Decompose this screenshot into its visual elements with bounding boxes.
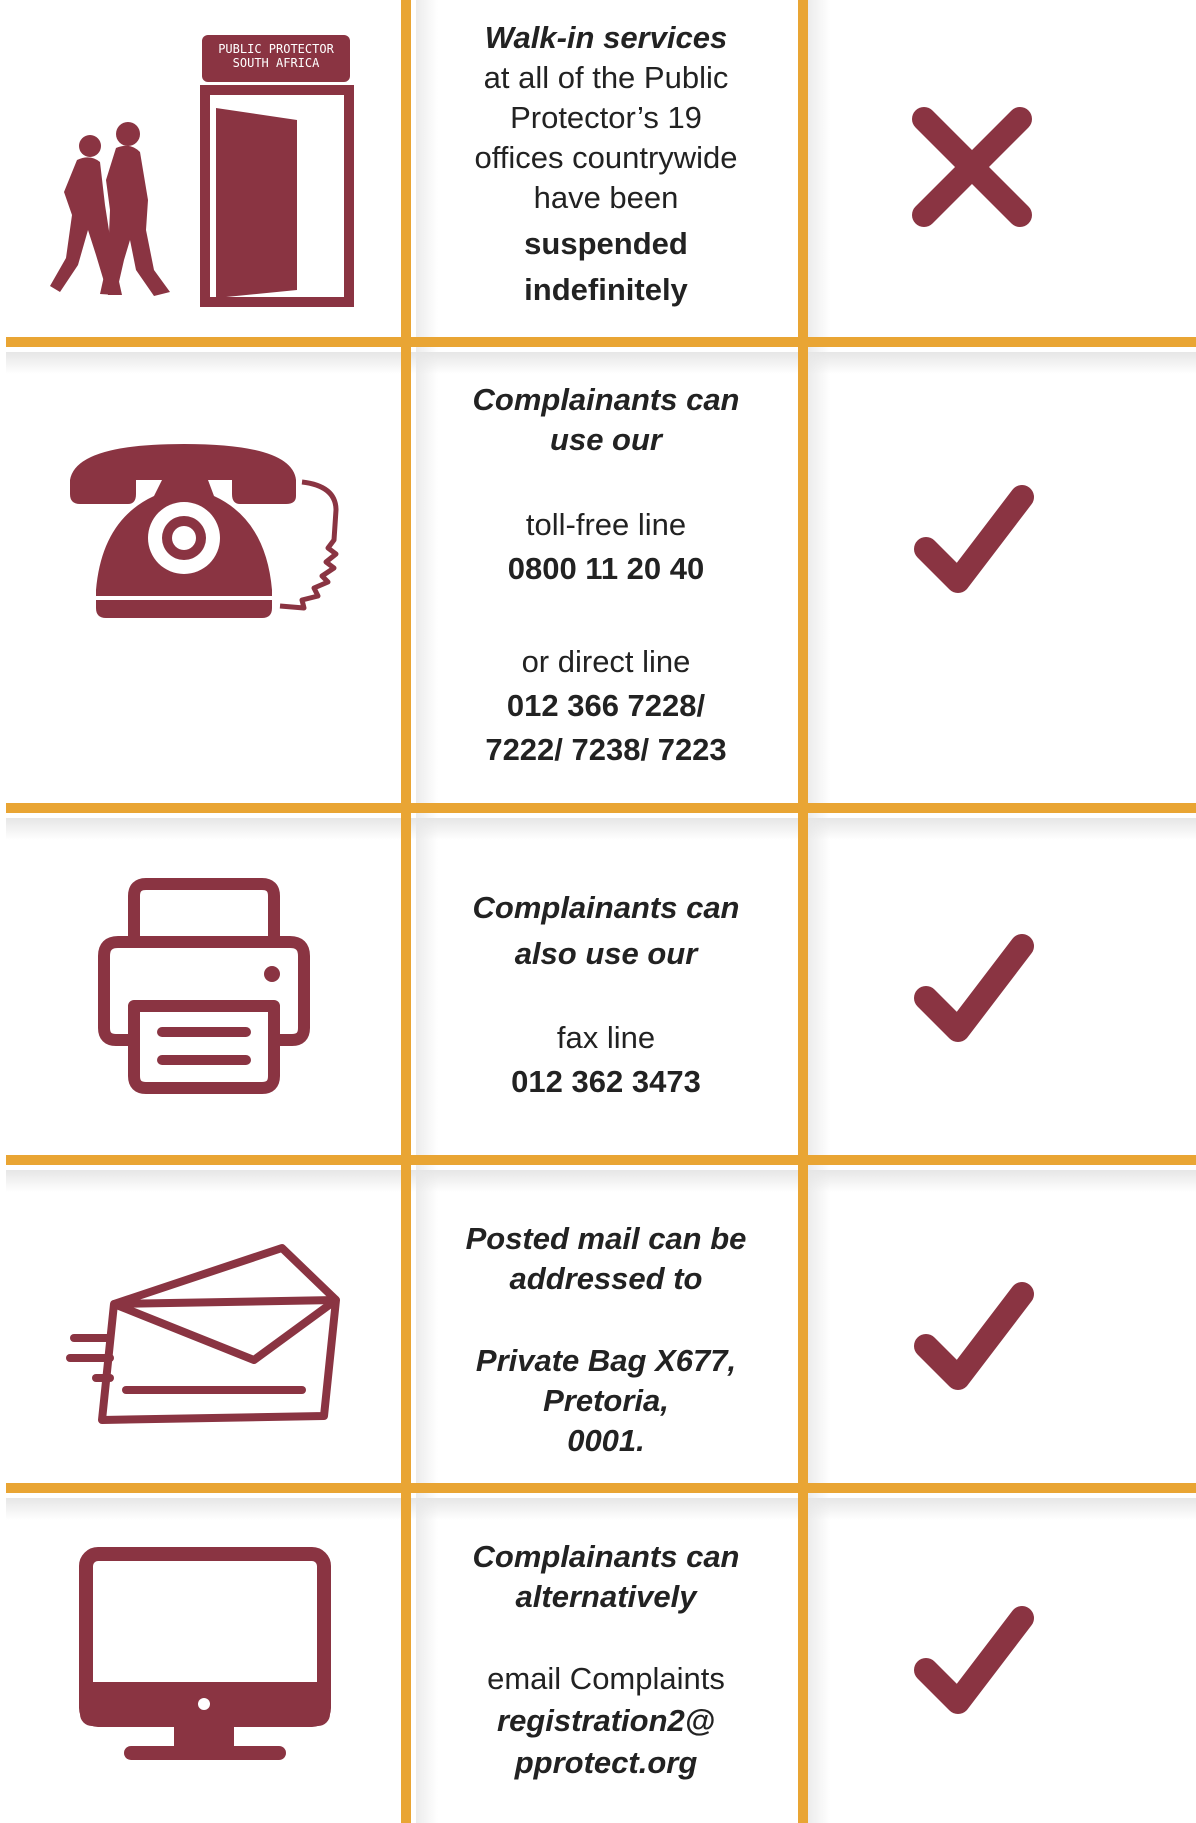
sign-line-2: SOUTH AFRICA (233, 56, 320, 70)
mail-address-line: Private Bag X677, (475, 1343, 737, 1378)
check-icon (912, 1280, 1036, 1392)
row-divider (6, 1483, 1196, 1493)
direct-line-number: 012 366 7228/ (506, 688, 706, 723)
phone-heading: Complainants can (472, 382, 740, 417)
check-icon (912, 1604, 1036, 1716)
walk-in-line: offices countrywide (474, 140, 738, 175)
email-text: Complainants can alternatively email Com… (412, 1535, 800, 1785)
mail-heading: addressed to (509, 1261, 703, 1296)
walk-in-status-text: suspended (524, 226, 688, 261)
walk-in-line: Protector’s 19 (510, 100, 702, 135)
sign-line-1: PUBLIC PROTECTOR (218, 42, 334, 56)
row-divider (6, 337, 1196, 347)
walk-in-status-text: indefinitely (524, 272, 688, 307)
mail-heading: Posted mail can be (465, 1221, 747, 1256)
fax-heading: also use our (514, 936, 698, 971)
walk-in-line: have been (533, 180, 679, 215)
phone-heading: use our (550, 422, 662, 457)
fax-label: fax line (556, 1020, 656, 1055)
mail-text: Posted mail can be addressed to Private … (412, 1210, 800, 1470)
mail-address-line: 0001. (567, 1423, 645, 1458)
row-shadow (6, 818, 1196, 840)
row-shadow (6, 1498, 1196, 1520)
walk-in-door-icon: PUBLIC PROTECTOR SOUTH AFRICA (50, 30, 360, 310)
fax-text: Complainants can also use our fax line 0… (412, 870, 800, 1120)
direct-line-label: or direct line (521, 644, 691, 679)
check-icon (912, 932, 1036, 1044)
column-divider (401, 0, 411, 1823)
row-divider (6, 1155, 1196, 1165)
row-shadow (6, 1170, 1196, 1192)
walk-in-heading: Walk-in services (484, 20, 728, 55)
email-address: registration2@ (497, 1703, 715, 1738)
email-heading: alternatively (515, 1579, 697, 1614)
envelope-mail-icon (66, 1240, 356, 1430)
toll-free-number: 0800 11 20 40 (507, 551, 705, 586)
telephone-icon (66, 440, 356, 620)
toll-free-label: toll-free line (525, 507, 687, 542)
email-label: email Complaints (487, 1661, 725, 1696)
check-icon (912, 483, 1036, 595)
fax-heading: Complainants can (472, 890, 740, 925)
email-address: pprotect.org (514, 1745, 698, 1780)
walk-in-line: at all of the Public (483, 60, 729, 95)
computer-monitor-icon (78, 1546, 334, 1766)
walk-in-text: Walk-in services at all of the Public Pr… (412, 14, 800, 314)
fax-number: 012 362 3473 (511, 1064, 701, 1099)
direct-line-number: 7222/ 7238/ 7223 (485, 732, 727, 767)
cross-icon (910, 105, 1034, 229)
mail-address-line: Pretoria, (543, 1383, 669, 1418)
row-divider (6, 803, 1196, 813)
phone-text: Complainants can use our toll-free line … (412, 380, 800, 770)
printer-fax-icon (96, 876, 316, 1096)
email-heading: Complainants can (472, 1539, 740, 1574)
column-shadow (808, 0, 830, 1823)
row-shadow (6, 352, 1196, 374)
